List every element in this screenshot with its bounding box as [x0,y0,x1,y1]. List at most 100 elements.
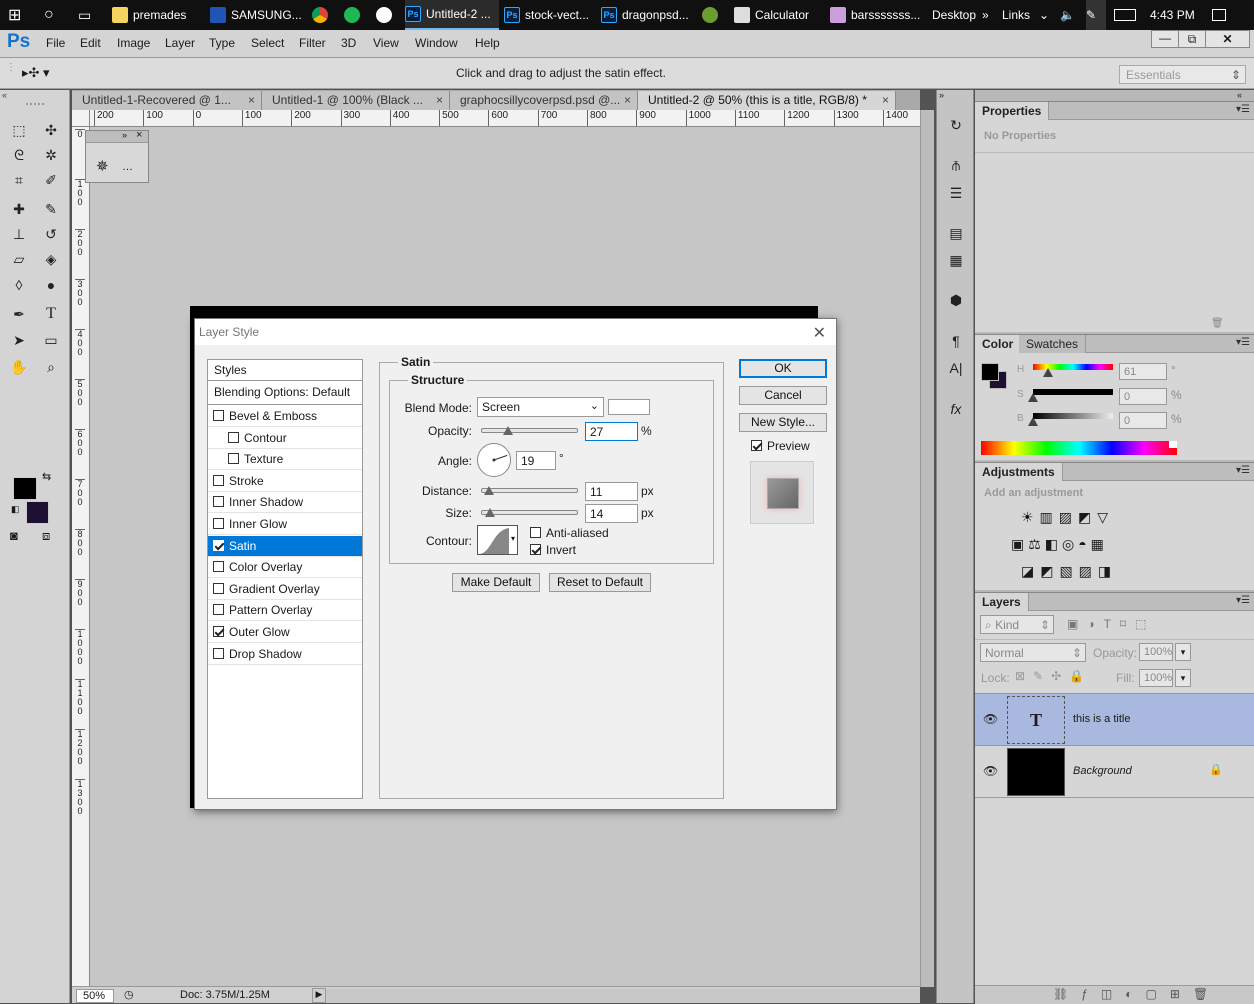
history-icon[interactable]: ↻ [945,114,967,136]
angle-input[interactable]: 19 [516,451,556,470]
invert-checkbox[interactable]: Invert [530,543,576,557]
menu-type[interactable]: Type [209,36,235,50]
browser-icon[interactable] [376,0,396,30]
tab-untitled-1[interactable]: Untitled-1 @ 100% (Black ... × [262,91,450,110]
foreground-color-swatch[interactable] [13,477,37,500]
style-item-bevel-emboss[interactable]: Bevel & Emboss [208,406,362,427]
foreground-color-swatch[interactable] [981,363,999,381]
checkbox[interactable] [228,453,239,465]
adjustment-icons-row-2[interactable]: ▣⚖◧◎◓▦ [1011,536,1108,553]
pen-tool-icon[interactable]: ✒ [8,303,30,325]
horizontal-ruler[interactable]: 200 100 0 100 200 300 400 500 600 700 800 900 1000 11… [90,110,920,127]
close-tab-icon[interactable]: × [624,93,631,107]
marquee-tool-icon[interactable]: ⬚ [8,119,30,141]
tab-untitled-2[interactable]: Untitled-2 @ 50% (this is a title, RGB/8… [638,91,896,110]
history-brush-icon[interactable]: ↺ [40,223,62,245]
saturation-thumb[interactable] [1028,393,1038,402]
horizontal-scrollbar[interactable] [326,989,920,1003]
distance-slider[interactable] [481,486,578,495]
paint-bucket-icon[interactable]: ◈ [40,248,62,270]
style-item-color-overlay[interactable]: Color Overlay [208,557,362,579]
character-icon[interactable]: A| [945,357,967,379]
panel-menu-icon[interactable]: ▾☰ [1236,337,1250,348]
taskbar-item-samsung[interactable]: SAMSUNG... [210,0,305,30]
brush-settings-icon[interactable]: ☰ [945,182,967,204]
fill-dropdown-icon[interactable]: ▾ [1175,669,1191,687]
magic-wand-icon[interactable]: ✲ [40,144,62,166]
layer-kind-filter[interactable]: ⌕ Kind ⇕ [980,615,1054,634]
screen-mode-icon[interactable]: ⧈ [42,528,50,544]
opacity-dropdown-icon[interactable]: ▾ [1175,643,1191,661]
blend-mode-select[interactable]: Screen ⌄ [477,397,604,417]
collapse-icon[interactable]: « [2,90,7,100]
volume-icon[interactable]: 🔈 [1060,0,1080,30]
style-item-drop-shadow[interactable]: Drop Shadow [208,644,362,665]
size-slider-thumb[interactable] [485,508,495,517]
clone-source-icon[interactable]: ▤ [945,222,967,244]
close-tab-icon[interactable]: × [882,93,889,107]
style-item-contour[interactable]: Contour [208,428,362,449]
brush-tool-icon[interactable]: ✎ [40,198,62,220]
eraser-tool-icon[interactable]: ▱ [8,248,30,270]
desktop-toolbar[interactable]: Desktop [932,0,980,30]
layer-filter-icons[interactable]: ▣◑T⌑⬚ [1067,617,1155,631]
panel-menu-icon[interactable]: ▾☰ [1236,595,1250,606]
opacity-slider[interactable] [481,426,578,435]
eyedropper-icon[interactable]: ✐ [40,169,62,191]
layer-fill-input[interactable]: 100% [1139,669,1173,687]
close-icon[interactable]: ✕ [813,323,826,343]
rectangle-tool-icon[interactable]: ▭ [40,329,62,351]
checkbox[interactable] [213,582,224,594]
hand-tool-icon[interactable]: ✋ [8,356,30,378]
menu-filter[interactable]: Filter [299,36,326,50]
brightness-input[interactable]: 0 [1119,412,1167,429]
brightness-thumb[interactable] [1028,417,1038,426]
close-button[interactable]: ✕ [1205,30,1250,48]
contour-picker[interactable]: ▾ [477,525,518,555]
default-colors-icon[interactable]: ◧ [11,504,20,515]
spotify-icon[interactable] [344,0,364,30]
cancel-button[interactable]: Cancel [739,386,827,405]
chevron-right-icon[interactable]: » [982,0,994,30]
style-item-gradient-overlay[interactable]: Gradient Overlay [208,579,362,600]
menu-help[interactable]: Help [475,36,500,50]
menu-select[interactable]: Select [251,36,284,50]
zoom-level-field[interactable]: 50% [76,989,114,1003]
layer-row-background[interactable]: 👁 Background 🔒 [975,746,1254,798]
angle-dial[interactable] [477,443,511,477]
taskbar-item-stock-vect[interactable]: Ps stock-vect... [504,0,596,30]
size-slider[interactable] [481,508,578,517]
blur-tool-icon[interactable]: ◊ [8,274,30,296]
brightness-slider[interactable] [1028,413,1113,426]
adjustment-icons-row-3[interactable]: ◪◩▧▨◨ [1021,563,1117,580]
checkbox[interactable] [213,474,224,486]
paragraph-icon[interactable]: ¶ [945,330,967,352]
notes-icon[interactable]: ▦ [945,249,967,271]
collapse-icon[interactable]: » [939,90,944,100]
taskbar-item-premades[interactable]: premades [112,0,202,30]
minimize-button[interactable]: — [1151,30,1179,48]
close-tab-icon[interactable]: × [436,93,443,107]
ok-button[interactable]: OK [739,359,827,378]
lasso-tool-icon[interactable]: ᘓ [8,144,30,166]
keyboard-icon[interactable] [1114,0,1140,30]
path-selection-icon[interactable]: ➤ [8,329,30,351]
brush-presets-icon[interactable]: ⫚ [945,154,967,176]
close-tab-icon[interactable]: × [248,93,255,107]
trash-icon[interactable]: 🗑 [1211,318,1224,329]
chrome-icon[interactable] [312,0,332,30]
zoom-tool-icon[interactable]: ⌕ [40,356,62,378]
eye-icon[interactable]: 👁 [983,712,998,726]
distance-slider-thumb[interactable] [484,486,494,495]
task-view-icon[interactable]: ▭ [78,0,100,30]
menu-3d[interactable]: 3D [341,36,356,50]
pen-icon[interactable]: ✎ [1086,0,1106,30]
lock-icons[interactable]: ⊠✎✣🔒 [1015,669,1092,683]
menu-view[interactable]: View [373,36,399,50]
opacity-input[interactable]: 27 [585,422,638,441]
eye-icon[interactable]: 👁 [983,764,998,778]
checkbox[interactable] [213,561,224,573]
style-item-stroke[interactable]: Stroke [208,471,362,492]
distance-input[interactable]: 11 [585,482,638,501]
taskbar-item-calculator[interactable]: Calculator [734,0,824,30]
